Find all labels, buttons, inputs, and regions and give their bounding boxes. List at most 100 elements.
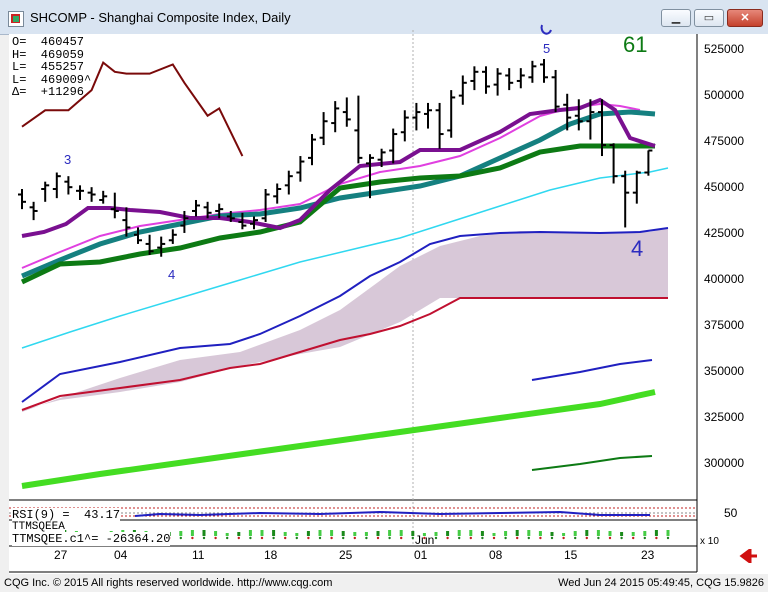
ttm-label: TTMSQEE.c1^= -26364.20: [12, 532, 171, 546]
ttm-squeeze-dot: [516, 536, 519, 540]
ohlc-bar: [64, 176, 73, 195]
wave-marker-arc: [540, 24, 552, 35]
ttm-histogram-bar: [237, 532, 241, 536]
ttm-squeeze-dot: [388, 536, 391, 540]
status-timestamp: Wed Jun 24 2015 05:49:45, CQG 15.9826: [558, 577, 764, 589]
ttm-histogram-bar: [341, 531, 345, 536]
scale-multiplier: x 10: [700, 536, 719, 547]
date-label-18: 18: [264, 548, 278, 562]
ttm-histogram-bar: [469, 530, 473, 536]
ohlc-bar: [458, 75, 467, 105]
ohlc-bar: [52, 172, 61, 199]
readout-delta: Δ= +11296: [12, 85, 85, 100]
price-label-500000: 500000: [704, 88, 744, 102]
wave-label-4-right: 4: [631, 236, 643, 261]
ttm-histogram-bar: [596, 530, 600, 536]
ttm-squeeze-dot: [655, 536, 658, 540]
price-chart[interactable]: 525000 500000 475000 450000 425000 40000…: [0, 0, 768, 592]
ohlc-bar: [551, 69, 560, 113]
ttm-histogram-bar: [190, 530, 194, 536]
ohlc-bar: [435, 102, 444, 149]
ohlc-bar: [99, 190, 108, 204]
wave-label-3: 3: [64, 152, 71, 167]
ttm-squeeze-dot: [214, 536, 217, 540]
ttm-squeeze-dot: [272, 536, 275, 540]
ttm-histogram-bar: [353, 532, 357, 536]
cloud-fill: [22, 228, 668, 412]
ohlc-bar: [87, 187, 96, 202]
ohlc-bar: [29, 201, 38, 221]
ttm-histogram-bar: [330, 530, 334, 536]
ttm-squeeze-dot: [643, 536, 646, 540]
ttm-histogram-bar: [608, 531, 612, 536]
ttm-histogram-bar: [306, 531, 310, 536]
ttm-histogram-bar: [214, 531, 218, 536]
ttm-histogram-bar: [504, 531, 508, 536]
green-projection: [531, 455, 653, 471]
ohlc-bar: [319, 112, 328, 146]
ttm-histogram-bar: [562, 533, 566, 536]
ttm-histogram-bar: [260, 530, 264, 536]
ttm-histogram-bar: [179, 531, 183, 536]
ttm-histogram-bar: [248, 530, 252, 536]
ttm-histogram-bar: [573, 531, 577, 536]
ohlc-bar: [342, 97, 351, 127]
ttm-squeeze-dot: [249, 536, 252, 540]
ttm-histogram-bar: [643, 531, 647, 536]
ohlc-bar: [110, 192, 119, 219]
ttm-histogram-bar: [527, 530, 531, 536]
ttm-squeeze-dot: [260, 536, 264, 540]
wave-label-4-left: 4: [168, 267, 175, 282]
ttm-histogram-bar: [585, 530, 589, 536]
ttm-squeeze-dot: [550, 536, 554, 540]
ttm-histogram-bar: [388, 530, 392, 536]
ttm-squeeze-dot: [597, 536, 600, 540]
ttm-squeeze-dot: [226, 536, 229, 540]
price-label-325000: 325000: [704, 410, 744, 424]
ttm-histogram-bar: [434, 532, 438, 536]
ohlc-bar: [574, 99, 583, 131]
ttm-histogram-bar: [515, 530, 519, 536]
ttm-squeeze-dot: [608, 536, 612, 540]
ohlc-bar: [505, 68, 514, 91]
ttm-histogram-bar: [631, 532, 635, 536]
ohlc-bar: [273, 183, 282, 204]
ttm-squeeze-dot: [411, 536, 414, 540]
ttm-squeeze-dot: [492, 536, 496, 540]
ttm-squeeze-dot: [237, 536, 240, 540]
price-label-425000: 425000: [704, 226, 744, 240]
ttm-histogram-bar: [411, 531, 415, 536]
copyright-text: CQG Inc. © 2015 All rights reserved worl…: [4, 577, 333, 589]
ttm-histogram-bar: [654, 530, 658, 536]
ttm-squeeze-dot: [202, 536, 206, 540]
month-label-jun: Jun: [415, 533, 434, 547]
ohlc-bar: [284, 170, 293, 195]
ttm-squeeze-dot: [504, 536, 507, 540]
count-label-61: 61: [623, 32, 647, 57]
readout-open: O= 460457: [12, 35, 85, 49]
ohlc-bar: [261, 188, 270, 222]
date-label-11: 11: [192, 548, 205, 562]
date-label-23: 23: [641, 548, 655, 562]
ohlc-bar: [296, 156, 305, 182]
scroll-right-arrow-icon[interactable]: [739, 549, 759, 563]
ttm-histogram-bar: [446, 531, 450, 536]
trend-line: [21, 389, 656, 489]
ohlc-bar: [331, 101, 340, 133]
ohlc-bar: [168, 229, 177, 244]
ohlc-bar: [192, 199, 200, 217]
ohlc-bar: [308, 134, 316, 166]
price-label-450000: 450000: [704, 180, 744, 194]
date-label-04: 04: [114, 548, 128, 562]
ttm-histogram-bar: [318, 530, 322, 536]
ohlc-bar: [493, 68, 502, 96]
ohlc-bar: [632, 170, 641, 204]
ttm-histogram-bar: [225, 533, 229, 536]
price-axis: 525000 500000 475000 450000 425000 40000…: [704, 42, 744, 470]
ttm-squeeze-dot: [469, 536, 472, 540]
ohlc-bar: [41, 181, 50, 202]
ohlc-bar: [470, 66, 479, 91]
price-label-375000: 375000: [704, 318, 744, 332]
ttm-squeeze-dot: [400, 536, 403, 540]
ohlc-bar: [400, 110, 409, 142]
